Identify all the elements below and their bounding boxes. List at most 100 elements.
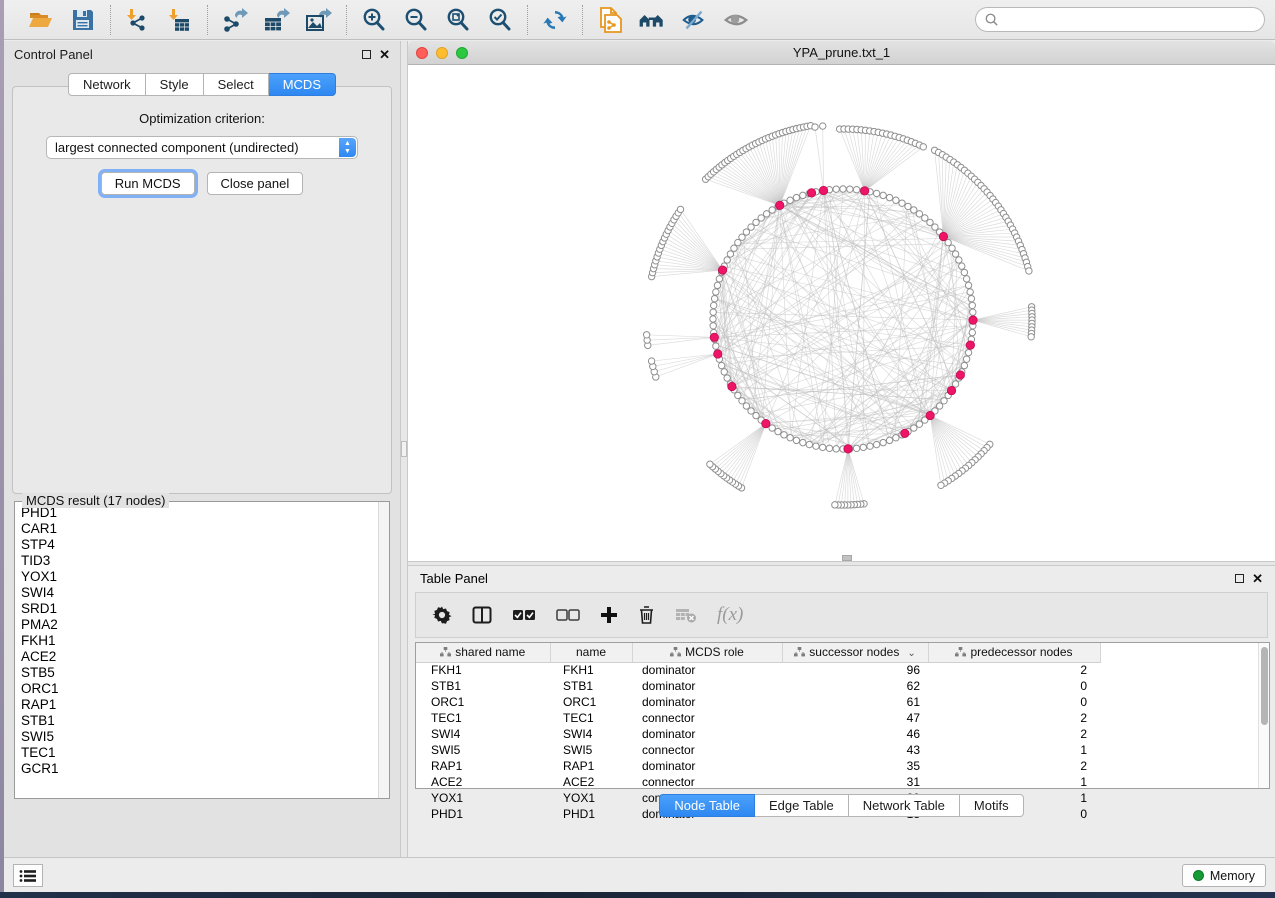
zoom-selected-icon[interactable] bbox=[486, 6, 514, 34]
mcds-result-group: MCDS result (17 nodes) PHD1CAR1STP4TID3Y… bbox=[14, 501, 390, 799]
network-window-titlebar[interactable]: YPA_prune.txt_1 bbox=[408, 41, 1275, 65]
table-scrollbar[interactable] bbox=[1258, 643, 1269, 788]
column-header-shared-name[interactable]: shared name bbox=[416, 643, 550, 662]
result-item[interactable]: SWI4 bbox=[21, 585, 378, 601]
table-row[interactable]: ORC1ORC1dominator610 bbox=[416, 694, 1254, 710]
result-item[interactable]: SWI5 bbox=[21, 729, 378, 745]
tab-network[interactable]: Network bbox=[68, 73, 146, 96]
network-canvas[interactable] bbox=[408, 65, 1275, 561]
hide-selected-icon[interactable] bbox=[680, 6, 708, 34]
result-item[interactable]: STP4 bbox=[21, 537, 378, 553]
open-file-icon[interactable] bbox=[27, 6, 55, 34]
desktop-background-bottom bbox=[0, 892, 1275, 898]
table-row[interactable]: FKH1FKH1dominator962 bbox=[416, 662, 1254, 678]
deselect-all-icon[interactable] bbox=[556, 600, 580, 630]
save-session-icon[interactable] bbox=[69, 6, 97, 34]
import-network-icon[interactable] bbox=[124, 6, 152, 34]
table-row[interactable]: ACE2ACE2connector311 bbox=[416, 774, 1254, 790]
table-tab-network-table[interactable]: Network Table bbox=[849, 794, 960, 817]
export-table-icon[interactable] bbox=[263, 6, 291, 34]
memory-button[interactable]: Memory bbox=[1182, 864, 1266, 887]
clone-network-icon[interactable] bbox=[596, 6, 624, 34]
close-panel-button[interactable]: Close panel bbox=[207, 172, 304, 195]
table-scrollbar-thumb[interactable] bbox=[1261, 647, 1268, 725]
search-icon bbox=[984, 12, 999, 27]
zoom-in-icon[interactable] bbox=[360, 6, 388, 34]
export-network-icon[interactable] bbox=[221, 6, 249, 34]
column-header-predecessor-nodes[interactable]: predecessor nodes bbox=[928, 643, 1100, 662]
show-all-icon[interactable] bbox=[638, 6, 666, 34]
application-window: Control Panel ✕ NetworkStyleSelectMCDS O… bbox=[4, 0, 1275, 892]
table-settings-icon[interactable] bbox=[432, 600, 452, 630]
table-row[interactable]: SWI4SWI4dominator462 bbox=[416, 726, 1254, 742]
run-mcds-button[interactable]: Run MCDS bbox=[101, 172, 195, 195]
mcds-options-panel: Optimization criterion: largest connecte… bbox=[12, 86, 392, 494]
task-history-button[interactable] bbox=[13, 864, 43, 887]
result-item[interactable]: CAR1 bbox=[21, 521, 378, 537]
result-item[interactable]: ORC1 bbox=[21, 681, 378, 697]
result-item[interactable]: YOX1 bbox=[21, 569, 378, 585]
delete-column-icon[interactable] bbox=[638, 600, 655, 630]
panel-splitter[interactable] bbox=[400, 41, 408, 857]
tab-mcds[interactable]: MCDS bbox=[269, 73, 336, 96]
tab-style[interactable]: Style bbox=[146, 73, 204, 96]
table-row[interactable]: SWI5SWI5connector431 bbox=[416, 742, 1254, 758]
select-all-icon[interactable] bbox=[512, 600, 536, 630]
add-column-icon[interactable] bbox=[600, 600, 618, 630]
tab-select[interactable]: Select bbox=[204, 73, 269, 96]
result-item[interactable]: GCR1 bbox=[21, 761, 378, 777]
zoom-fit-icon[interactable] bbox=[444, 6, 472, 34]
show-hidden-icon[interactable] bbox=[722, 6, 750, 34]
sort-chevron-icon: ⌄ bbox=[907, 648, 915, 659]
mcds-result-title: MCDS result (17 nodes) bbox=[22, 493, 169, 508]
float-table-panel-icon[interactable] bbox=[1235, 574, 1244, 583]
result-item[interactable]: SRD1 bbox=[21, 601, 378, 617]
column-header-MCDS-role[interactable]: MCDS role bbox=[632, 643, 782, 662]
column-header-successor-nodes[interactable]: successor nodes⌄ bbox=[782, 643, 928, 662]
function-builder-icon: f(x) bbox=[717, 600, 743, 630]
canvas-scroll-grip[interactable] bbox=[842, 555, 852, 561]
close-panel-icon[interactable]: ✕ bbox=[379, 48, 390, 61]
network-window-title: YPA_prune.txt_1 bbox=[408, 45, 1275, 60]
search-input[interactable] bbox=[999, 12, 1256, 27]
dropdown-stepper-icon: ▲▼ bbox=[339, 138, 356, 157]
table-tab-edge-table[interactable]: Edge Table bbox=[755, 794, 849, 817]
main-toolbar bbox=[4, 0, 1275, 40]
result-item[interactable]: PMA2 bbox=[21, 617, 378, 633]
control-panel: Control Panel ✕ NetworkStyleSelectMCDS O… bbox=[4, 41, 400, 857]
result-item[interactable]: STB1 bbox=[21, 713, 378, 729]
table-tab-node-table[interactable]: Node Table bbox=[659, 794, 755, 817]
control-panel-title: Control Panel bbox=[14, 47, 93, 62]
close-table-panel-icon[interactable]: ✕ bbox=[1252, 572, 1263, 585]
result-item[interactable]: FKH1 bbox=[21, 633, 378, 649]
result-item[interactable]: STB5 bbox=[21, 665, 378, 681]
mcds-result-scrollbar[interactable] bbox=[378, 502, 389, 798]
result-item[interactable]: TID3 bbox=[21, 553, 378, 569]
zoom-out-icon[interactable] bbox=[402, 6, 430, 34]
optimization-criterion-dropdown[interactable]: largest connected component (undirected)… bbox=[46, 136, 358, 159]
memory-label: Memory bbox=[1210, 869, 1255, 883]
export-image-icon[interactable] bbox=[305, 6, 333, 34]
refresh-layout-icon[interactable] bbox=[541, 6, 569, 34]
mcds-result-list[interactable]: PHD1CAR1STP4TID3YOX1SWI4SRD1PMA2FKH1ACE2… bbox=[15, 502, 378, 798]
show-columns-icon[interactable] bbox=[472, 600, 492, 630]
result-item[interactable]: ACE2 bbox=[21, 649, 378, 665]
splitter-grip[interactable] bbox=[401, 441, 407, 457]
result-item[interactable]: RAP1 bbox=[21, 697, 378, 713]
search-box[interactable] bbox=[975, 7, 1265, 32]
table-row[interactable]: TEC1TEC1connector472 bbox=[416, 710, 1254, 726]
column-header-name[interactable]: name bbox=[550, 643, 632, 662]
table-panel-title: Table Panel bbox=[420, 571, 488, 586]
table-tabs: Node TableEdge TableNetwork TableMotifs bbox=[408, 794, 1275, 817]
optimization-criterion-label: Optimization criterion: bbox=[13, 111, 391, 126]
table-row[interactable]: RAP1RAP1dominator352 bbox=[416, 758, 1254, 774]
table-row[interactable]: STB1STB1dominator620 bbox=[416, 678, 1254, 694]
import-table-icon[interactable] bbox=[166, 6, 194, 34]
control-panel-tabs: NetworkStyleSelectMCDS bbox=[4, 73, 400, 96]
node-table-container: shared namenameMCDS rolesuccessor nodes⌄… bbox=[415, 642, 1270, 789]
memory-status-icon bbox=[1193, 870, 1204, 881]
float-panel-icon[interactable] bbox=[362, 50, 371, 59]
table-tab-motifs[interactable]: Motifs bbox=[960, 794, 1024, 817]
result-item[interactable]: TEC1 bbox=[21, 745, 378, 761]
network-graph[interactable] bbox=[408, 65, 1273, 560]
